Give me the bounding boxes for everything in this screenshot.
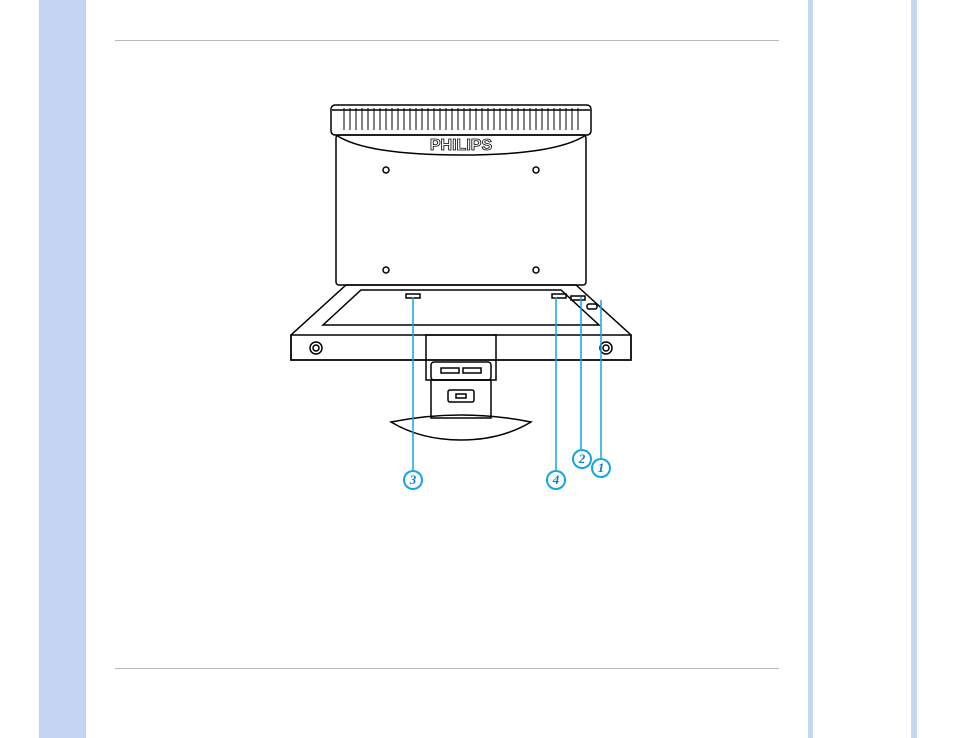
callout-1: 1 bbox=[591, 458, 611, 478]
callout-3: 3 bbox=[403, 470, 423, 490]
sidebar-accent-left bbox=[39, 0, 86, 738]
callout-4: 4 bbox=[546, 470, 566, 490]
sidebar-accent-right-inner bbox=[808, 0, 813, 738]
monitor-rear-diagram: PHILIPS 1 2 3 4 bbox=[216, 100, 681, 510]
divider-top bbox=[115, 40, 779, 41]
callout-2: 2 bbox=[572, 449, 592, 469]
content-area: PHILIPS 1 2 3 4 bbox=[86, 0, 808, 738]
divider-bottom bbox=[115, 668, 779, 669]
page: PHILIPS 1 2 3 4 bbox=[0, 0, 954, 738]
sidebar-accent-right-outer bbox=[911, 0, 917, 738]
callout-layer: 1 2 3 4 bbox=[216, 100, 681, 510]
